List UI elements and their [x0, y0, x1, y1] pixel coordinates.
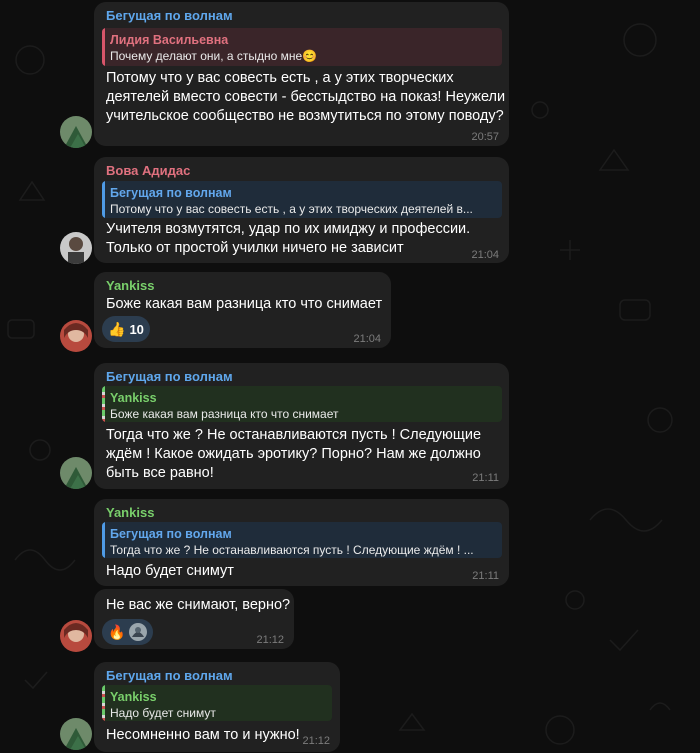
sender-name[interactable]: Yankiss [106, 505, 154, 520]
message-bubble[interactable]: Вова Адидас Бегущая по волнам Потому что… [94, 157, 509, 263]
reply-quote[interactable]: Бегущая по волнам Тогда что же ? Не оста… [102, 522, 502, 558]
message-line: Несомненно вам то и нужно! [106, 727, 300, 743]
message-bubble[interactable]: Не вас же снимают, верно? 🔥 21:12 [94, 589, 294, 649]
avatar[interactable] [60, 232, 92, 264]
sender-name[interactable]: Бегущая по волнам [106, 668, 233, 683]
reply-text: Тогда что же ? Не останавливаются пусть … [110, 543, 474, 557]
reply-quote[interactable]: Бегущая по волнам Потому что у вас совес… [102, 181, 502, 218]
reply-author: Бегущая по волнам [110, 186, 232, 200]
thumbs-up-icon: 👍 [108, 320, 126, 337]
reply-author: Yankiss [110, 391, 157, 405]
message-text: Боже какая вам разница кто что снимает [106, 295, 382, 314]
message-bubble[interactable]: Yankiss Бегущая по волнам Тогда что же ?… [94, 499, 509, 586]
avatar[interactable] [60, 620, 92, 652]
fire-icon: 🔥 [108, 623, 126, 640]
sender-name[interactable]: Бегущая по волнам [106, 369, 233, 384]
message-line: быть все равно! [106, 465, 214, 481]
message-line: Тогда что же ? Не останавливаются пусть … [106, 427, 482, 443]
reply-text: Почему делают они, а стыдно мне😊 [110, 49, 318, 63]
message-line: Только от простой училки ничего не завис… [106, 240, 404, 256]
message-text: Потому что у вас совесть есть , а у этих… [106, 69, 505, 126]
message-line: учительское сообщество не возмутиться по… [106, 108, 504, 124]
message-line: ждём ! Какое ожидать эротику? Порно? Нам… [106, 446, 481, 462]
message-bubble[interactable]: Бегущая по волнам Yankiss Надо будет сни… [94, 662, 340, 752]
message-time: 21:11 [472, 570, 499, 582]
reaction-fire[interactable]: 🔥 [102, 619, 154, 645]
reply-author: Yankiss [110, 690, 157, 704]
message-time: 20:57 [471, 131, 499, 143]
sender-name[interactable]: Вова Адидас [106, 163, 190, 178]
message-text: Надо будет снимут [106, 562, 234, 581]
reply-text: Потому что у вас совесть есть , а у этих… [110, 202, 473, 216]
message-time: 21:11 [472, 472, 499, 484]
message-line: Не вас же снимают, верно? [106, 597, 291, 613]
message-line: деятелей вместо совести - бесстыдство на… [106, 89, 506, 105]
sender-name[interactable]: Yankiss [106, 278, 154, 293]
reply-text: Боже какая вам разница кто что снимает [110, 407, 339, 421]
reaction-thumbs-up[interactable]: 👍 10 [102, 316, 150, 342]
reply-author: Бегущая по волнам [110, 527, 232, 541]
reaction-count: 10 [129, 321, 144, 337]
message-time: 21:04 [471, 249, 499, 261]
message-bubble[interactable]: Бегущая по волнам Лидия Васильевна Почем… [94, 2, 509, 146]
reply-quote[interactable]: Yankiss Надо будет снимут [102, 685, 332, 721]
message-text: Несомненно вам то и нужно! [106, 726, 300, 745]
message-bubble[interactable]: Yankiss Боже какая вам разница кто что с… [94, 272, 391, 348]
reaction-user-avatar [129, 623, 148, 641]
message-text: Тогда что же ? Не останавливаются пусть … [106, 426, 481, 483]
message-line: Учителя возмутятся, удар по их имиджу и … [106, 221, 471, 237]
reply-quote[interactable]: Yankiss Боже какая вам разница кто что с… [102, 386, 502, 422]
reply-author: Лидия Васильевна [110, 33, 229, 47]
avatar[interactable] [60, 718, 92, 750]
message-bubble[interactable]: Бегущая по волнам Yankiss Боже какая вам… [94, 363, 509, 489]
message-time: 21:12 [256, 634, 284, 646]
avatar[interactable] [60, 457, 92, 489]
message-time: 21:04 [353, 333, 381, 345]
message-line: Потому что у вас совесть есть , а у этих… [106, 70, 454, 86]
message-text: Учителя возмутятся, удар по их имиджу и … [106, 220, 470, 258]
sender-name[interactable]: Бегущая по волнам [106, 8, 233, 23]
reply-text: Надо будет снимут [110, 706, 216, 720]
message-line: Надо будет снимут [106, 563, 234, 579]
avatar[interactable] [60, 320, 92, 352]
message-text: Не вас же снимают, верно? [106, 596, 290, 615]
avatar[interactable] [60, 116, 92, 148]
message-time: 21:12 [302, 735, 330, 747]
reply-quote[interactable]: Лидия Васильевна Почему делают они, а ст… [102, 28, 502, 66]
message-line: Боже какая вам разница кто что снимает [106, 296, 383, 312]
